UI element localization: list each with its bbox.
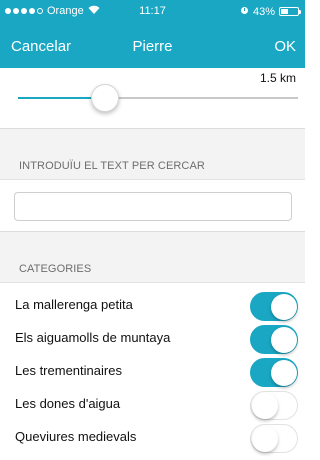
list-item: Els aiguamolls de muntaya <box>0 323 305 357</box>
category-toggle[interactable] <box>250 358 298 387</box>
battery-icon <box>279 7 301 16</box>
category-toggle[interactable] <box>250 292 298 321</box>
category-toggle[interactable] <box>250 391 298 420</box>
search-input[interactable] <box>14 192 292 221</box>
category-label: Les trementinaires <box>15 363 122 378</box>
toggle-thumb <box>252 393 278 419</box>
status-bar: Orange 11:17 43% <box>0 0 305 22</box>
toggle-thumb <box>271 360 297 386</box>
battery-fill <box>281 9 288 14</box>
category-label: La mallerenga petita <box>15 297 133 312</box>
distance-slider[interactable] <box>18 84 298 112</box>
search-section-title: INTRODUÏU EL TEXT PER CERCAR <box>19 160 205 172</box>
ok-button[interactable]: OK <box>274 38 296 55</box>
list-item: Les trementinaires <box>0 356 305 390</box>
list-item: La mallerenga petita <box>0 290 305 324</box>
toggle-thumb <box>271 327 297 353</box>
category-toggle[interactable] <box>250 325 298 354</box>
section-gap <box>0 231 305 283</box>
toggle-thumb <box>252 426 278 452</box>
page-title: Pierre <box>132 38 173 55</box>
category-label: Queviures medievals <box>15 429 137 444</box>
top-bar: Orange 11:17 43% Cancelar Pierre OK <box>0 0 305 68</box>
categories-section-title: CATEGORIES <box>19 263 92 275</box>
category-toggle[interactable] <box>250 424 298 453</box>
distance-value: 1.5 km <box>259 71 296 85</box>
category-label: Els aiguamolls de muntaya <box>15 330 171 345</box>
toggle-thumb <box>271 294 297 320</box>
list-item: Les dones d'aigua <box>0 389 305 423</box>
navigation-bar: Cancelar Pierre OK <box>0 30 305 64</box>
battery-percent: 43% <box>252 5 275 18</box>
alarm-icon <box>240 5 249 18</box>
category-label: Les dones d'aigua <box>15 396 121 411</box>
section-gap <box>0 128 305 180</box>
status-right: 43% <box>240 5 301 18</box>
list-item: Queviures medievals <box>0 422 305 456</box>
slider-thumb[interactable] <box>90 84 119 112</box>
